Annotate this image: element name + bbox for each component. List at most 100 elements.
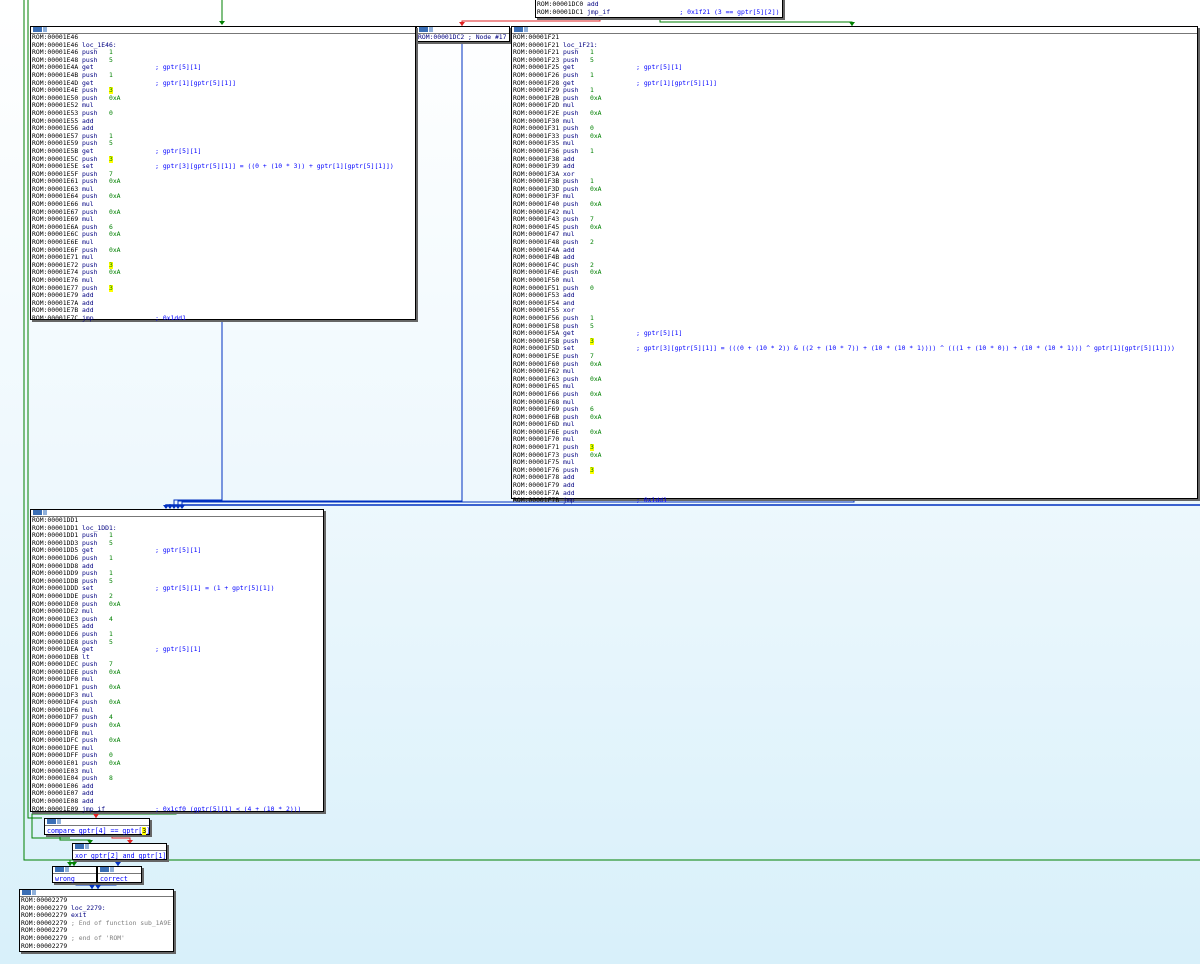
asm-line[interactable]: ROM:00001F56 push 1 <box>513 315 1196 323</box>
asm-line[interactable]: ROM:00001E61 push 0xA <box>32 178 414 186</box>
asm-line[interactable]: ROM:00001F5E push 7 <box>513 353 1196 361</box>
node-1dc0-partial[interactable]: ROM:00001DC0 add ROM:00001DC1 jmp_if ; 0… <box>535 0 783 18</box>
asm-line[interactable]: ROM:00001F23 push 5 <box>513 57 1196 65</box>
asm-line[interactable]: ROM:00001E52 mul <box>32 102 414 110</box>
asm-line[interactable]: ROM:00001DD1 loc_1DD1: <box>32 525 322 533</box>
asm-line[interactable]: ROM:00001E46 <box>32 34 414 42</box>
asm-line[interactable]: ROM:00001DD1 push 1 <box>32 532 322 540</box>
asm-line[interactable]: ROM:00001F43 push 7 <box>513 216 1196 224</box>
asm-line[interactable]: ROM:00001E09 jmp_if ; 0x1cf0 (gptr[5][1]… <box>32 806 322 814</box>
asm-line[interactable]: ROM:00001E66 mul <box>32 201 414 209</box>
asm-line[interactable]: ROM:00001F62 mul <box>513 368 1196 376</box>
asm-line[interactable]: ROM:00001F63 push 0xA <box>513 376 1196 384</box>
asm-line[interactable]: ROM:00001F78 add <box>513 474 1196 482</box>
asm-line[interactable]: ROM:00002279 <box>21 927 172 935</box>
asm-line[interactable]: ROM:00001F2E push 0xA <box>513 110 1196 118</box>
asm-line[interactable]: ROM:00001E6C push 0xA <box>32 231 414 239</box>
asm-line[interactable]: ROM:00001DD9 push 1 <box>32 570 322 578</box>
asm-line[interactable]: ROM:00001DFB mul <box>32 730 322 738</box>
asm-line[interactable]: ROM:00002279 <box>21 897 172 905</box>
asm-line[interactable]: ROM:00001F3A xor <box>513 171 1196 179</box>
node-correct[interactable]: correct <box>97 866 142 883</box>
asm-line[interactable]: ROM:00001E46 loc_1E46: <box>32 42 414 50</box>
node-1f21[interactable]: ROM:00001F21 ROM:00001F21 loc_1F21: ROM:0… <box>511 26 1198 504</box>
asm-line[interactable]: ROM:00001DF7 push 4 <box>32 714 322 722</box>
asm-line[interactable]: ROM:00001DD5 get ; gptr[5][1] <box>32 547 322 555</box>
node-17[interactable]: ROM:00001DC2 ; Node #17 <box>416 26 510 42</box>
node-exit[interactable]: ROM:00002279 ROM:00002279 loc_2279: ROM:0… <box>19 889 174 952</box>
asm-line[interactable]: ROM:00001DFF push 0 <box>32 752 322 760</box>
asm-line[interactable]: ROM:00001E7A add <box>32 300 414 308</box>
asm-label[interactable]: loc_1E46: <box>82 42 117 49</box>
asm-line[interactable]: ROM:00001E57 push 1 <box>32 133 414 141</box>
asm-line[interactable]: ROM:00001F6E push 0xA <box>513 429 1196 437</box>
asm-line[interactable]: ROM:00001DE8 push 5 <box>32 639 322 647</box>
asm-line[interactable]: ROM:00002279 exit <box>21 912 172 920</box>
asm-line[interactable]: ROM:00001E6A push 6 <box>32 224 414 232</box>
asm-line[interactable]: ROM:00001F3D push 0xA <box>513 186 1196 194</box>
asm-line[interactable]: ROM:00001F50 mul <box>513 277 1196 285</box>
asm-label[interactable]: loc_2279: <box>71 905 106 912</box>
asm-line[interactable]: ROM:00001DD3 push 5 <box>32 540 322 548</box>
asm-line[interactable]: ROM:00001DDE push 2 <box>32 593 322 601</box>
asm-line[interactable]: ROM:00001F38 add <box>513 156 1196 164</box>
asm-line[interactable]: ROM:00001F21 loc_1F21: <box>513 42 1196 50</box>
asm-line[interactable]: ROM:00001F7A add <box>513 490 1196 498</box>
asm-line[interactable]: ROM:00002279 <box>21 943 172 951</box>
asm-line[interactable]: ROM:00001F35 mul <box>513 140 1196 148</box>
asm-line[interactable]: ROM:00001F4B add <box>513 254 1196 262</box>
asm-line[interactable]: ROM:00001F31 push 0 <box>513 125 1196 133</box>
asm-line[interactable]: ROM:00001DE3 push 4 <box>32 616 322 624</box>
asm-line[interactable]: ROM:00001F5D set ; gptr[3][gptr[5][1]] =… <box>513 345 1196 353</box>
asm-line[interactable]: ROM:00001F53 add <box>513 292 1196 300</box>
asm-line[interactable]: ROM:00001E7C jmp ; 0x1dd1 <box>32 315 414 323</box>
asm-line[interactable]: ROM:00001DF3 mul <box>32 692 322 700</box>
asm-line[interactable]: ROM:00001E55 add <box>32 118 414 126</box>
asm-line[interactable]: ROM:00001DE2 mul <box>32 608 322 616</box>
asm-line[interactable]: ROM:00001DC1 jmp_if ; 0x1f21 (3 == gptr[… <box>537 9 781 17</box>
asm-line[interactable]: ROM:00001F70 mul <box>513 436 1196 444</box>
asm-line[interactable]: ROM:00001E72 push 3 <box>32 261 414 270</box>
asm-line[interactable]: ROM:00001F21 push 1 <box>513 49 1196 57</box>
asm-line[interactable]: ROM:00001F79 add <box>513 482 1196 490</box>
asm-line[interactable]: ROM:00001F47 mul <box>513 231 1196 239</box>
asm-line[interactable]: ROM:00001E7B add <box>32 307 414 315</box>
asm-line[interactable]: ROM:00001DDB push 5 <box>32 578 322 586</box>
asm-line[interactable]: ROM:00001DD8 add <box>32 563 322 571</box>
asm-line[interactable]: ROM:00002279 ; End of function sub_1A9E <box>21 920 172 928</box>
node-1e46[interactable]: ROM:00001E46 ROM:00001E46 loc_1E46: ROM:0… <box>30 26 416 323</box>
asm-line[interactable]: ROM:00001DF6 mul <box>32 707 322 715</box>
asm-line[interactable]: ROM:00001E64 push 0xA <box>32 193 414 201</box>
asm-line[interactable]: ROM:00001F5A get ; gptr[5][1] <box>513 330 1196 338</box>
asm-line[interactable]: ROM:00001F29 push 1 <box>513 87 1196 95</box>
asm-line[interactable]: ROM:00001DF4 push 0xA <box>32 699 322 707</box>
asm-line[interactable]: ROM:00001DFC push 0xA <box>32 737 322 745</box>
asm-line[interactable]: ROM:00001E07 add <box>32 790 322 798</box>
asm-line[interactable]: ROM:00001DE5 add <box>32 623 322 631</box>
asm-line[interactable]: ROM:00001E4B push 1 <box>32 72 414 80</box>
asm-line[interactable]: ROM:00001DE0 push 0xA <box>32 601 322 609</box>
asm-line[interactable]: ROM:00001E69 mul <box>32 216 414 224</box>
asm-line[interactable]: ROM:00001E4A get ; gptr[5][1] <box>32 64 414 72</box>
asm-line[interactable]: ROM:00001F40 push 0xA <box>513 201 1196 209</box>
asm-line[interactable]: ROM:00001E6F push 0xA <box>32 247 414 255</box>
asm-line[interactable]: ROM:00001F73 push 0xA <box>513 452 1196 460</box>
asm-line[interactable]: ROM:00001F45 push 0xA <box>513 224 1196 232</box>
asm-line[interactable]: ROM:00001F69 push 6 <box>513 406 1196 414</box>
asm-line[interactable]: ROM:00002279 ; end of 'ROM' <box>21 935 172 943</box>
asm-line[interactable]: ROM:00001F51 push 0 <box>513 285 1196 293</box>
asm-line[interactable]: ROM:00001DEB lt <box>32 654 322 662</box>
asm-line[interactable]: ROM:00001E53 push 0 <box>32 110 414 118</box>
asm-line[interactable]: ROM:00001F4E push 0xA <box>513 269 1196 277</box>
asm-line[interactable]: ROM:00001E63 mul <box>32 186 414 194</box>
asm-line[interactable]: ROM:00002279 loc_2279: <box>21 905 172 913</box>
asm-line[interactable]: ROM:00001F2D mul <box>513 102 1196 110</box>
asm-line[interactable]: ROM:00001DE6 push 1 <box>32 631 322 639</box>
asm-line[interactable]: ROM:00001E67 push 0xA <box>32 209 414 217</box>
asm-line[interactable]: ROM:00001E5E set ; gptr[3][gptr[5][1]] =… <box>32 163 414 171</box>
asm-line[interactable]: ROM:00001F58 push 5 <box>513 323 1196 331</box>
asm-label[interactable]: loc_1DD1: <box>82 525 117 532</box>
asm-line[interactable]: ROM:00001F25 get ; gptr[5][1] <box>513 64 1196 72</box>
asm-line[interactable]: ROM:00001E59 push 5 <box>32 140 414 148</box>
asm-line[interactable]: ROM:00001F54 and <box>513 300 1196 308</box>
